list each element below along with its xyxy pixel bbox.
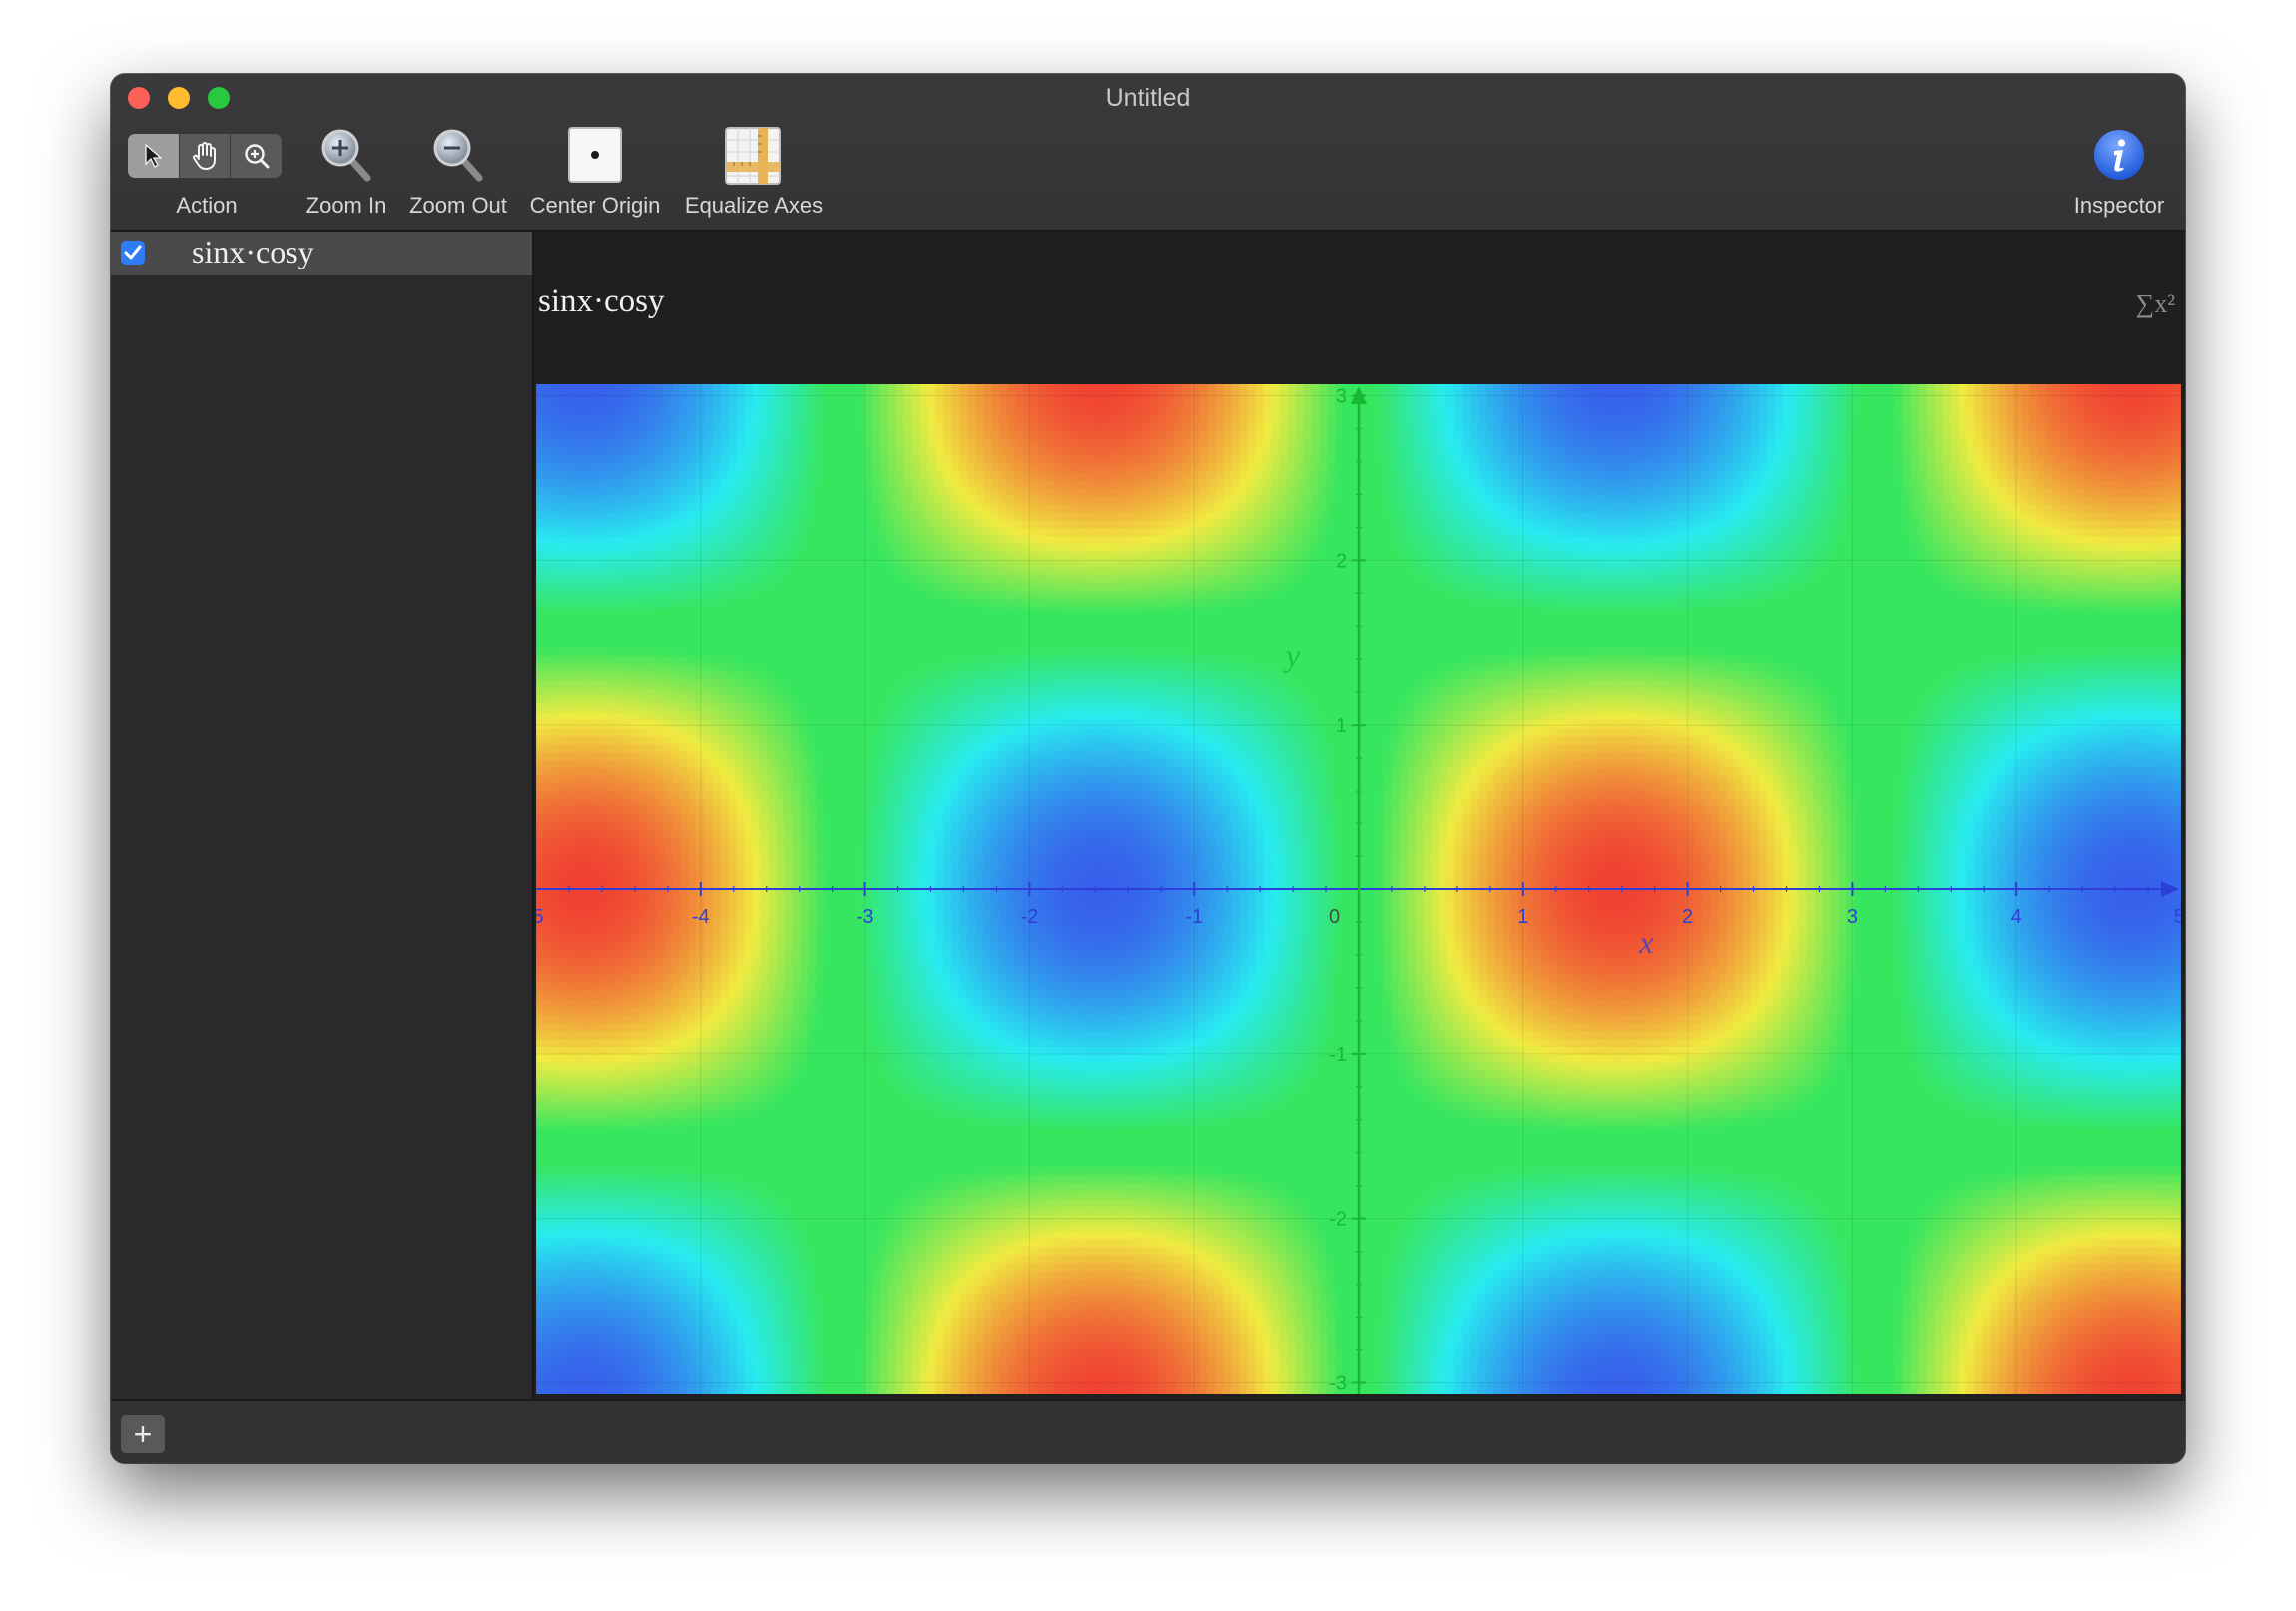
- x-tick-label: 2: [1682, 906, 1693, 928]
- title-bar: Untitled Action Zoom In Zoom Out Center …: [111, 74, 2185, 232]
- center-origin-button[interactable]: [567, 126, 623, 189]
- zoom-out-button[interactable]: [430, 126, 486, 189]
- action-label: Action: [176, 193, 238, 218]
- app-window: Untitled Action Zoom In Zoom Out Center …: [111, 74, 2185, 1463]
- zoom-tool-button[interactable]: [231, 134, 282, 178]
- origin-label: 0: [1329, 906, 1340, 928]
- center-origin-icon: [568, 127, 622, 183]
- add-expression-button[interactable]: +: [121, 1415, 165, 1453]
- plus-icon: +: [133, 1416, 153, 1452]
- window-title: Untitled: [1105, 84, 1191, 112]
- expression-list-item[interactable]: sinx·cosy: [111, 232, 532, 275]
- inspector-button[interactable]: [2092, 128, 2146, 187]
- x-tick-label: 1: [1517, 906, 1528, 928]
- checkmark-icon: [124, 245, 142, 260]
- y-tick-label: -3: [1329, 1372, 1347, 1394]
- x-axis-arrow: [2161, 881, 2179, 897]
- graph-canvas[interactable]: -4 -3 -2 -1 0 1 2 3 4 3 2 1 -1 -2 -3 5 5 x y: [536, 384, 2181, 1394]
- center-origin-label: Center Origin: [529, 193, 661, 218]
- visibility-checkbox[interactable]: [121, 241, 145, 265]
- sigma-menu-button[interactable]: ∑x²: [2136, 289, 2175, 319]
- y-tick-label: 2: [1336, 550, 1347, 572]
- y-axis-label: y: [1283, 637, 1301, 673]
- hand-tool-button[interactable]: [180, 134, 232, 178]
- y-tick-label: -2: [1329, 1209, 1347, 1231]
- expression-title[interactable]: sinx·cosy: [538, 283, 665, 320]
- zoom-in-label: Zoom In: [305, 193, 387, 218]
- action-segmented-control: [128, 134, 282, 178]
- y-tick-label: 1: [1336, 715, 1347, 737]
- info-icon: [2094, 130, 2144, 180]
- x-tick-label: -3: [857, 906, 874, 928]
- arrow-pointer-icon: [145, 143, 164, 168]
- y-tick-label: 3: [1336, 386, 1347, 408]
- axes-overlay: -4 -3 -2 -1 0 1 2 3 4 3 2 1 -1 -2 -3 5 5 x y: [536, 384, 2181, 1394]
- expression-list: sinx·cosy: [111, 232, 534, 1399]
- magnifier-plus-icon: [321, 129, 371, 182]
- bottom-bar: +: [111, 1399, 2185, 1463]
- equalize-axes-label: Equalize Axes: [684, 193, 824, 218]
- x-tick-label-left-edge: 5: [536, 906, 544, 928]
- equalize-axes-icon: [725, 127, 781, 185]
- x-tick-label: -4: [692, 906, 710, 928]
- inspector-label: Inspector: [2073, 193, 2165, 218]
- x-tick-label-right-edge: 5: [2173, 906, 2181, 928]
- x-tick-label: 3: [1847, 906, 1858, 928]
- hand-icon: [193, 142, 216, 170]
- y-tick-label: -1: [1329, 1044, 1347, 1066]
- x-tick-label: -1: [1185, 906, 1203, 928]
- x-axis-label: x: [1638, 924, 1653, 960]
- zoom-in-button[interactable]: [318, 126, 374, 189]
- equalize-axes-button[interactable]: [724, 126, 782, 191]
- arrow-tool-button[interactable]: [128, 134, 180, 178]
- magnifier-minus-icon: [433, 129, 483, 182]
- zoom-tool-icon: [244, 144, 270, 169]
- zoom-out-label: Zoom Out: [409, 193, 507, 218]
- x-tick-label: -2: [1021, 906, 1039, 928]
- expression-list-label: sinx·cosy: [192, 234, 314, 269]
- x-tick-label: 4: [2011, 906, 2022, 928]
- plot-area: sinx·cosy ∑x² -4 -3 -2 -1 0 1 2 3 4 3 2 1 -1 -2 -3 5 …: [534, 232, 2185, 1399]
